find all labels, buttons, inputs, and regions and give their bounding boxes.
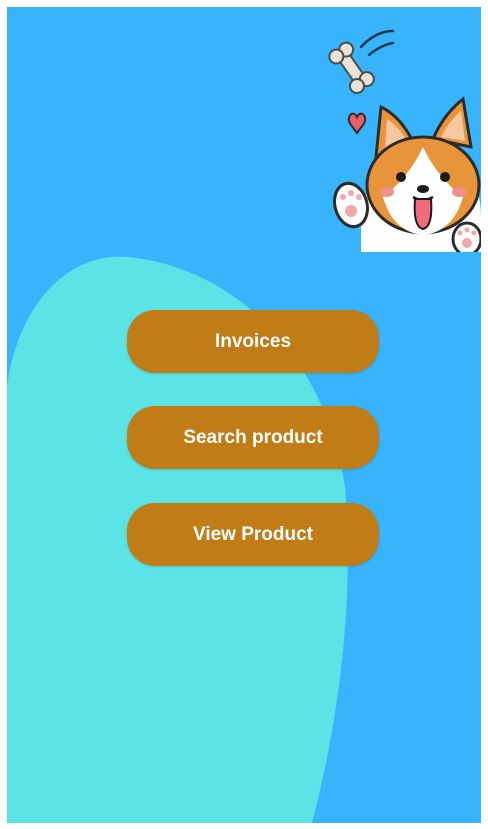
corgi-illustration	[328, 29, 481, 252]
search-product-button[interactable]: Search product	[127, 406, 379, 469]
bone-icon	[328, 41, 375, 95]
invoices-button[interactable]: Invoices	[127, 310, 379, 373]
heart-icon	[347, 112, 367, 135]
app-screen: Invoices Search product View Product	[7, 7, 481, 823]
view-product-button[interactable]: View Product	[127, 503, 379, 566]
